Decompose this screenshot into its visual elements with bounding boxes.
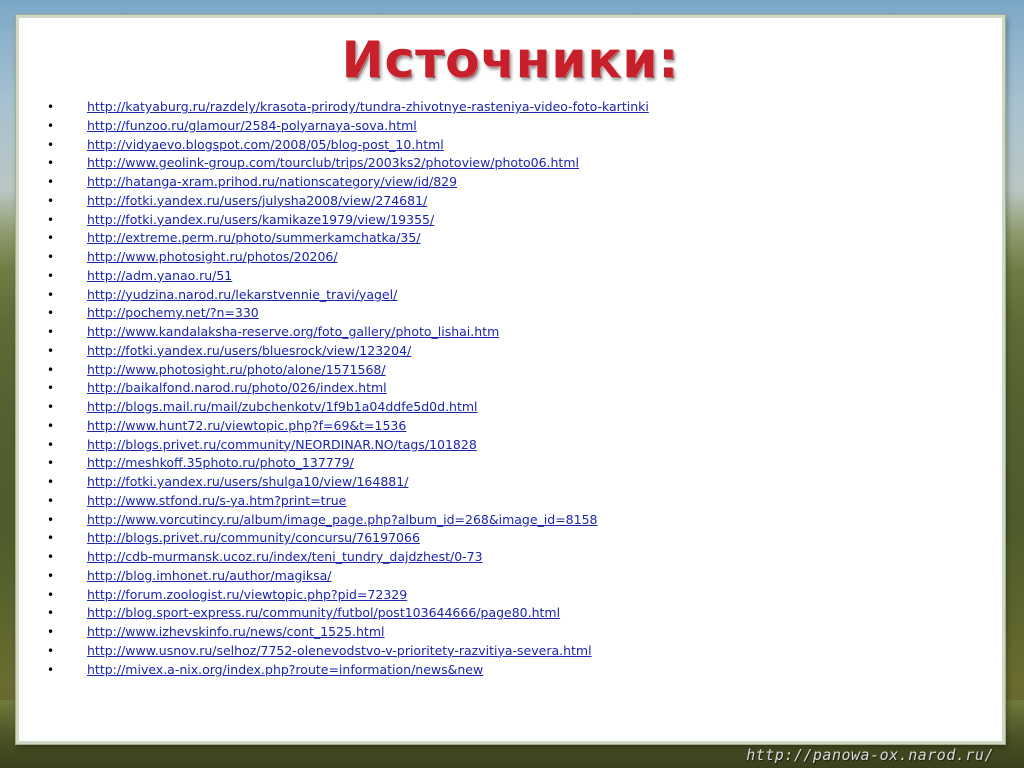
source-link[interactable]: http://www.photosight.ru/photo/alone/157… bbox=[87, 362, 386, 377]
source-link[interactable]: http://blogs.privet.ru/community/concurs… bbox=[87, 530, 420, 545]
watermark: http://panowa-ox.narod.ru/ bbox=[746, 746, 994, 764]
list-item: • http://cdb-murmansk.ucoz.ru/index/teni_… bbox=[43, 548, 983, 567]
bullet-icon: • bbox=[47, 287, 55, 302]
source-link[interactable]: http://katyaburg.ru/razdely/krasota-prir… bbox=[87, 99, 649, 114]
source-link[interactable]: http://vidyaevo.blogspot.com/2008/05/blo… bbox=[87, 137, 444, 152]
bullet-icon: • bbox=[47, 475, 55, 489]
list-item: • http://vidyaevo.blogspot.com/2008/05/bl… bbox=[43, 136, 983, 155]
source-link[interactable]: http://www.usnov.ru/selhoz/7752-olenevod… bbox=[87, 643, 592, 658]
bullet-icon: • bbox=[47, 212, 55, 227]
bullet-icon: • bbox=[47, 568, 55, 583]
bullet-icon: • bbox=[47, 381, 55, 396]
source-link[interactable]: http://pochemy.net/?n=330 bbox=[87, 305, 259, 320]
bullet-icon: • bbox=[47, 531, 55, 546]
list-item: • http://www.izhevskinfo.ru/news/cont_152… bbox=[43, 623, 983, 642]
list-item: • http://yudzina.narod.ru/lekarstvennie_t… bbox=[43, 286, 983, 305]
list-item: • http://www.photosight.ru/photo/alone/15… bbox=[43, 361, 983, 380]
sources-list: • http://katyaburg.ru/razdely/krasota-pri… bbox=[43, 98, 983, 679]
list-item: • http://fotki.yandex.ru/users/julysha200… bbox=[43, 192, 983, 211]
source-link[interactable]: http://hatanga-xram.prihod.ru/nationscat… bbox=[87, 174, 457, 189]
bullet-icon: • bbox=[47, 100, 55, 114]
bullet-icon: • bbox=[47, 493, 55, 508]
source-link[interactable]: http://www.hunt72.ru/viewtopic.php?f=69&… bbox=[87, 418, 406, 433]
bullet-icon: • bbox=[47, 400, 55, 414]
source-link[interactable]: http://funzoo.ru/glamour/2584-polyarnaya… bbox=[87, 118, 417, 133]
bullet-icon: • bbox=[47, 362, 55, 377]
list-item: • http://www.photosight.ru/photos/20206/ bbox=[43, 248, 983, 267]
bullet-icon: • bbox=[47, 137, 55, 152]
bullet-icon: • bbox=[47, 268, 55, 283]
bullet-icon: • bbox=[47, 418, 55, 433]
source-link[interactable]: http://mivex.a-nix.org/index.php?route=i… bbox=[87, 662, 483, 677]
list-item: • http://www.usnov.ru/selhoz/7752-olenevo… bbox=[43, 642, 983, 661]
source-link[interactable]: http://blogs.privet.ru/community/NEORDIN… bbox=[87, 437, 477, 452]
bullet-icon: • bbox=[47, 231, 55, 246]
source-link[interactable]: http://www.izhevskinfo.ru/news/cont_1525… bbox=[87, 624, 384, 639]
bullet-icon: • bbox=[47, 512, 55, 527]
source-link[interactable]: http://www.vorcutincy.ru/album/image_pag… bbox=[87, 512, 598, 527]
bullet-icon: • bbox=[47, 456, 55, 471]
source-link[interactable]: http://blog.sport-express.ru/community/f… bbox=[87, 605, 560, 620]
list-item: • http://blogs.privet.ru/community/concur… bbox=[43, 529, 983, 548]
list-item: • http://www.vorcutincy.ru/album/image_pa… bbox=[43, 511, 983, 530]
list-item: • http://katyaburg.ru/razdely/krasota-pri… bbox=[43, 98, 983, 117]
list-item: • http://extreme.perm.ru/photo/summerkamc… bbox=[43, 229, 983, 248]
list-item: • http://adm.yanao.ru/51 bbox=[43, 267, 983, 286]
list-item: • http://mivex.a-nix.org/index.php?route=… bbox=[43, 661, 983, 680]
source-link[interactable]: http://baikalfond.narod.ru/photo/026/ind… bbox=[87, 380, 387, 395]
source-link[interactable]: http://forum.zoologist.ru/viewtopic.php?… bbox=[87, 587, 407, 602]
bullet-icon: • bbox=[47, 587, 55, 602]
source-link[interactable]: http://www.kandalaksha-reserve.org/foto_… bbox=[87, 324, 499, 339]
list-item: • http://www.geolink-group.com/tourclub/t… bbox=[43, 154, 983, 173]
list-item: • http://www.stfond.ru/s-ya.htm?print=tru… bbox=[43, 492, 983, 511]
source-link[interactable]: http://fotki.yandex.ru/users/shulga10/vi… bbox=[87, 474, 408, 489]
bullet-icon: • bbox=[47, 325, 55, 339]
list-item: • http://fotki.yandex.ru/users/bluesrock/… bbox=[43, 342, 983, 361]
bullet-icon: • bbox=[47, 606, 55, 621]
source-link[interactable]: http://www.photosight.ru/photos/20206/ bbox=[87, 249, 338, 264]
list-item: • http://funzoo.ru/glamour/2584-polyarnay… bbox=[43, 117, 983, 136]
bullet-icon: • bbox=[47, 625, 55, 639]
list-item: • http://blogs.mail.ru/mail/zubchenkotv/1… bbox=[43, 398, 983, 417]
list-item: • http://fotki.yandex.ru/users/shulga10/v… bbox=[43, 473, 983, 492]
list-item: • http://blog.sport-express.ru/community/… bbox=[43, 604, 983, 623]
list-item: • http://www.hunt72.ru/viewtopic.php?f=69… bbox=[43, 417, 983, 436]
bullet-icon: • bbox=[47, 250, 55, 264]
list-item: • http://meshkoff.35photo.ru/photo_137779… bbox=[43, 454, 983, 473]
source-link[interactable]: http://cdb-murmansk.ucoz.ru/index/teni_t… bbox=[87, 549, 483, 564]
source-link[interactable]: http://adm.yanao.ru/51 bbox=[87, 268, 232, 283]
list-item: • http://pochemy.net/?n=330 bbox=[43, 304, 983, 323]
page-title: Источники: bbox=[341, 31, 680, 89]
source-link[interactable]: http://www.stfond.ru/s-ya.htm?print=true bbox=[87, 493, 346, 508]
bullet-icon: • bbox=[47, 643, 55, 658]
list-item: • http://blogs.privet.ru/community/NEORDI… bbox=[43, 436, 983, 455]
list-item: • http://hatanga-xram.prihod.ru/nationsca… bbox=[43, 173, 983, 192]
list-item: • http://fotki.yandex.ru/users/kamikaze19… bbox=[43, 211, 983, 230]
bullet-icon: • bbox=[47, 550, 55, 564]
source-link[interactable]: http://fotki.yandex.ru/users/bluesrock/v… bbox=[87, 343, 411, 358]
bullet-icon: • bbox=[47, 193, 55, 208]
list-item: • http://www.kandalaksha-reserve.org/foto… bbox=[43, 323, 983, 342]
source-link[interactable]: http://fotki.yandex.ru/users/julysha2008… bbox=[87, 193, 427, 208]
source-link[interactable]: http://blog.imhonet.ru/author/magiksa/ bbox=[87, 568, 332, 583]
list-item: • http://forum.zoologist.ru/viewtopic.php… bbox=[43, 586, 983, 605]
list-item: • http://blog.imhonet.ru/author/magiksa/ bbox=[43, 567, 983, 586]
bullet-icon: • bbox=[47, 175, 55, 189]
source-link[interactable]: http://yudzina.narod.ru/lekarstvennie_tr… bbox=[87, 287, 397, 302]
bullet-icon: • bbox=[47, 306, 55, 321]
bullet-icon: • bbox=[47, 437, 55, 452]
slide-card: Источники: • http://katyaburg.ru/razdely/… bbox=[16, 15, 1005, 744]
source-link[interactable]: http://blogs.mail.ru/mail/zubchenkotv/1f… bbox=[87, 399, 478, 414]
source-link[interactable]: http://www.geolink-group.com/tourclub/tr… bbox=[87, 155, 579, 170]
bullet-icon: • bbox=[47, 156, 55, 171]
source-link[interactable]: http://extreme.perm.ru/photo/summerkamch… bbox=[87, 230, 421, 245]
source-link[interactable]: http://fotki.yandex.ru/users/kamikaze197… bbox=[87, 212, 434, 227]
bullet-icon: • bbox=[47, 118, 55, 133]
list-item: • http://baikalfond.narod.ru/photo/026/in… bbox=[43, 379, 983, 398]
bullet-icon: • bbox=[47, 343, 55, 358]
bullet-icon: • bbox=[47, 662, 55, 677]
source-link[interactable]: http://meshkoff.35photo.ru/photo_137779/ bbox=[87, 455, 354, 470]
